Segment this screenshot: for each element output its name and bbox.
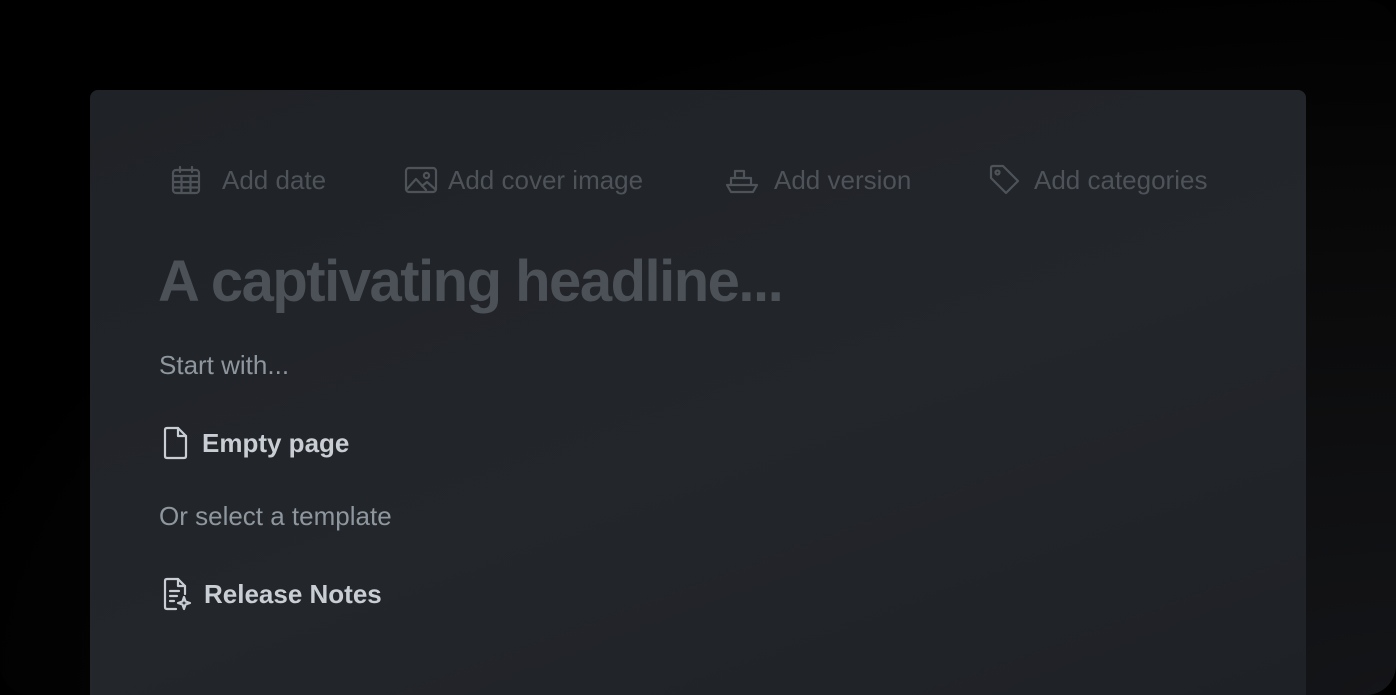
add-cover-image-label: Add cover image <box>448 164 644 195</box>
add-categories-label: Add categories <box>1034 164 1208 195</box>
add-categories-button[interactable]: Add categories <box>988 162 1207 198</box>
add-date-label: Add date <box>222 164 327 195</box>
release-notes-template[interactable]: Release Notes <box>160 574 382 614</box>
empty-page-label: Empty page <box>202 427 350 458</box>
app-frame: Add date Add cover image Add version Add… <box>0 0 1396 695</box>
image-icon <box>404 164 438 196</box>
file-icon <box>160 426 190 460</box>
meta-toolbar: Add date Add cover image Add version Add… <box>90 90 1306 270</box>
add-version-button[interactable]: Add version <box>724 162 911 198</box>
add-date-button[interactable]: Add date <box>170 162 326 198</box>
tag-icon <box>988 163 1022 197</box>
add-version-label: Add version <box>774 164 912 195</box>
ship-icon <box>724 164 760 196</box>
release-notes-label: Release Notes <box>204 578 382 609</box>
empty-page-option[interactable]: Empty page <box>160 423 349 463</box>
add-cover-image-button[interactable]: Add cover image <box>404 162 643 198</box>
select-template-label: Or select a template <box>159 501 392 531</box>
editor-card: Add date Add cover image Add version Add… <box>90 90 1306 695</box>
headline-input[interactable]: A captivating headline... <box>158 248 784 315</box>
calendar-icon <box>170 164 202 196</box>
start-with-label: Start with... <box>159 350 290 380</box>
document-sparkle-icon <box>160 577 192 611</box>
